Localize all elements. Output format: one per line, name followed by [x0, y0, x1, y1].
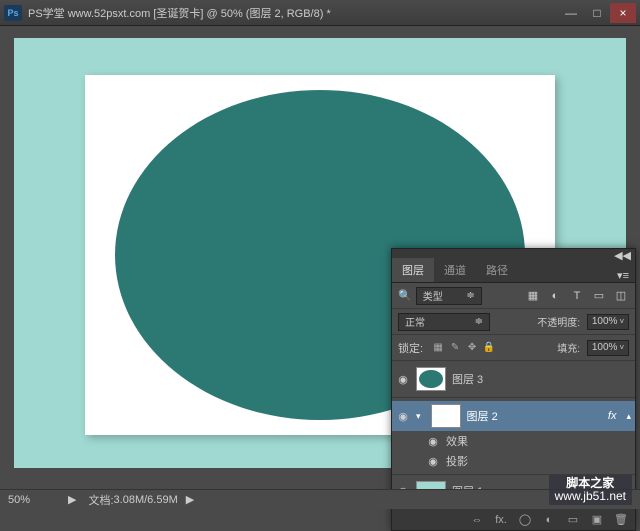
ps-app-icon: Ps: [4, 5, 22, 21]
lock-pixels-icon[interactable]: ▦: [431, 341, 445, 355]
filter-smart-icon[interactable]: ◫: [613, 288, 629, 304]
visibility-toggle[interactable]: ◉: [396, 372, 410, 386]
filter-type-icon[interactable]: T: [569, 288, 585, 304]
layer-effects-row[interactable]: ◉ 效果: [392, 431, 635, 451]
filter-pixel-icon[interactable]: ▦: [525, 288, 541, 304]
lock-all-icon[interactable]: 🔒: [482, 341, 496, 355]
layer-name: 图层 2: [467, 408, 498, 424]
layer-item-2[interactable]: ◉ ▾ 图层 2 fx ▴: [392, 401, 635, 431]
blend-mode-dropdown[interactable]: 正常≑: [398, 313, 490, 331]
zoom-level[interactable]: 50%: [8, 494, 68, 506]
fx-badge[interactable]: fx: [608, 410, 617, 422]
visibility-toggle[interactable]: ◉: [426, 454, 440, 468]
group-icon[interactable]: ▭: [565, 512, 581, 528]
statusbar: 50% ▶ 文档: 3.08M/6.59M ▶: [0, 489, 640, 509]
layer-thumbnail: [416, 367, 446, 391]
close-button[interactable]: ×: [610, 3, 636, 23]
adjustment-icon[interactable]: ◐: [541, 512, 557, 528]
delete-icon[interactable]: 🗑: [613, 512, 629, 528]
lock-move-icon[interactable]: ✥: [465, 341, 479, 355]
layer-item-3[interactable]: ◉ 图层 3: [392, 364, 635, 394]
opacity-input[interactable]: 100%˅: [587, 314, 629, 330]
blend-row: 正常≑ 不透明度: 100%˅: [392, 309, 635, 335]
window-controls: — □ ×: [558, 3, 636, 23]
lock-row: 锁定: ▦ ✎ ✥ 🔒 填充: 100%˅: [392, 335, 635, 361]
tab-layers[interactable]: 图层: [392, 258, 434, 282]
panel-tabs: 图层 通道 路径 ▾≡: [392, 261, 635, 283]
watermark-text-2: www.jb51.net: [555, 490, 626, 503]
fx-icon[interactable]: fx.: [493, 512, 509, 528]
new-layer-icon[interactable]: ▣: [589, 512, 605, 528]
layers-panel-footer: ⇔ fx. ◯ ◐ ▭ ▣ 🗑: [392, 508, 635, 530]
link-layers-icon[interactable]: ⇔: [469, 512, 485, 528]
layer-name: 图层 3: [452, 371, 483, 387]
visibility-toggle[interactable]: ◉: [396, 409, 410, 423]
lock-brush-icon[interactable]: ✎: [448, 341, 462, 355]
watermark-text-1: 脚本之家: [566, 477, 614, 490]
maximize-button[interactable]: □: [584, 3, 610, 23]
effect-shadow-label: 投影: [446, 453, 468, 469]
fill-input[interactable]: 100%˅: [587, 340, 629, 356]
filter-row: 🔍 类型≑ ▦ ◐ T ▭ ◫: [392, 283, 635, 309]
status-menu-icon[interactable]: ▶: [186, 493, 194, 506]
mask-icon[interactable]: ◯: [517, 512, 533, 528]
opacity-label: 不透明度:: [537, 314, 580, 329]
filter-adjust-icon[interactable]: ◐: [547, 288, 563, 304]
filter-icon: 🔍: [398, 289, 412, 302]
lock-label: 锁定:: [398, 340, 423, 356]
watermark: 脚本之家 www.jb51.net: [549, 475, 632, 505]
filter-shape-icon[interactable]: ▭: [591, 288, 607, 304]
tab-paths[interactable]: 路径: [476, 258, 518, 282]
effects-label: 效果: [446, 433, 468, 449]
fx-expand-icon[interactable]: ▴: [626, 411, 631, 422]
fill-label: 填充:: [557, 340, 580, 355]
layer-effect-shadow[interactable]: ◉ 投影: [392, 451, 635, 471]
filter-type-dropdown[interactable]: 类型≑: [416, 287, 482, 305]
expand-icon[interactable]: ▾: [416, 411, 421, 422]
layer-thumbnail: [431, 404, 461, 428]
visibility-toggle[interactable]: ◉: [426, 434, 440, 448]
titlebar: Ps PS学堂 www.52psxt.com [圣诞贺卡] @ 50% (图层 …: [0, 0, 640, 26]
panel-menu-icon[interactable]: ▾≡: [611, 269, 635, 282]
zoom-menu-icon[interactable]: ▶: [68, 493, 76, 506]
doc-size-label: 文档:: [88, 492, 113, 508]
doc-size-value: 3.08M/6.59M: [114, 494, 178, 506]
collapse-icon[interactable]: ◀◀: [614, 249, 631, 262]
document-title: PS学堂 www.52psxt.com [圣诞贺卡] @ 50% (图层 2, …: [28, 5, 558, 21]
tab-channels[interactable]: 通道: [434, 258, 476, 282]
minimize-button[interactable]: —: [558, 3, 584, 23]
